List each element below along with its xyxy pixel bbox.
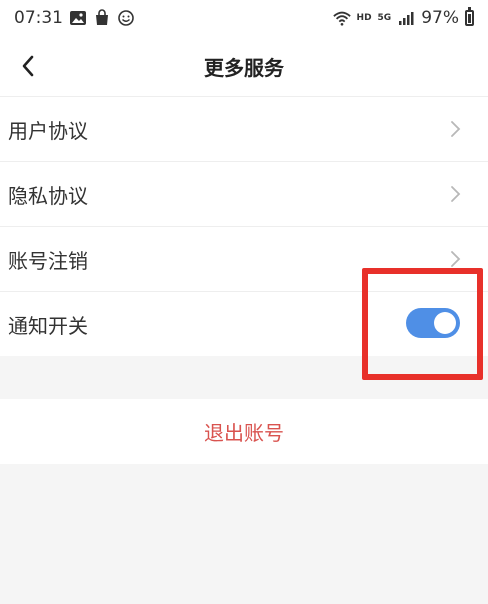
logout-label: 退出账号 (204, 421, 284, 445)
chevron-right-icon (451, 251, 461, 267)
signal-icon (399, 12, 414, 25)
settings-list: 用户协议 隐私协议 账号注销 通知开关 (0, 96, 488, 356)
status-bar-left: 07:31 (14, 8, 135, 28)
settings-item-label: 隐私协议 (8, 183, 88, 208)
status-bar: 07:31 HD 5G 97% (0, 0, 488, 36)
settings-item-user-agreement[interactable]: 用户协议 (0, 96, 488, 161)
notification-toggle[interactable] (406, 308, 460, 338)
settings-item-privacy-agreement[interactable]: 隐私协议 (0, 161, 488, 226)
settings-item-label: 账号注销 (8, 248, 88, 273)
logout-button[interactable]: 退出账号 (0, 399, 488, 464)
settings-item-account-deletion[interactable]: 账号注销 (0, 226, 488, 291)
back-button[interactable] (8, 46, 48, 86)
image-icon (70, 11, 86, 25)
battery-percent: 97% (421, 8, 459, 28)
settings-item-notifications: 通知开关 (0, 291, 488, 356)
status-time: 07:31 (14, 8, 63, 28)
settings-item-label: 用户协议 (8, 118, 88, 143)
wifi-icon (332, 11, 351, 26)
settings-item-label: 通知开关 (8, 313, 88, 338)
status-bar-right: HD 5G 97% (332, 7, 474, 28)
bag-icon (96, 9, 108, 25)
page-title: 更多服务 (204, 55, 284, 80)
network-type: 5G (377, 13, 392, 23)
toggle-knob (434, 312, 456, 334)
emoji-icon (118, 10, 134, 26)
chevron-right-icon (451, 186, 461, 202)
chevron-right-icon (451, 121, 461, 137)
battery-icon (465, 7, 474, 26)
hd-indicator: HD (356, 13, 372, 23)
page-header: 更多服务 (0, 36, 488, 96)
chevron-left-icon (22, 55, 34, 77)
